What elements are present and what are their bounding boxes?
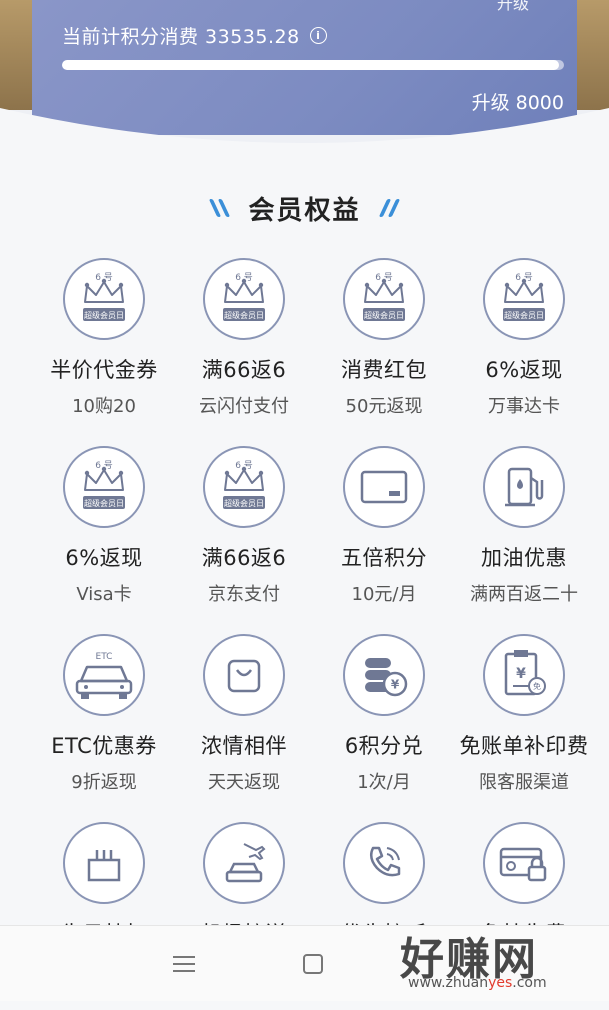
benefit-item[interactable]: ¥ 6积分兑 1次/月 xyxy=(314,634,454,822)
benefit-item[interactable]: 6 号 超级会员日 满66返6 云闪付支付 xyxy=(174,258,314,446)
section-header: 会员权益 xyxy=(0,186,609,230)
benefit-title: 消费红包 xyxy=(341,358,427,382)
points-consumption: 当前计积分消费 33535.28 i xyxy=(62,22,327,49)
benefit-subtitle: 万事达卡 xyxy=(488,396,560,417)
title-decoration-right xyxy=(378,199,400,217)
svg-text:超级会员日: 超级会员日 xyxy=(224,310,264,320)
points-consumption-label: 当前计积分消费 33535.28 xyxy=(62,26,300,48)
benefit-title: 6%返现 xyxy=(485,358,563,382)
info-icon[interactable]: i xyxy=(309,27,327,44)
benefit-item[interactable]: 6 号 超级会员日 6%返现万事达卡 xyxy=(454,258,594,446)
benefit-subtitle: 云闪付支付 xyxy=(199,396,289,417)
coins-exchange-icon: ¥ xyxy=(343,634,425,716)
benefit-title: 半价代金券 xyxy=(50,358,158,382)
watermark-url: www.zhuanyes.com xyxy=(408,975,547,991)
title-decoration-left xyxy=(209,199,231,217)
benefit-subtitle: 限客服渠道 xyxy=(479,772,569,793)
super-member-day-stamp-icon: 6 号 超级会员日 xyxy=(63,446,145,528)
member-card-header: 升级 当前计积分消费 33535.28 i 升级 8000 xyxy=(0,0,609,150)
benefit-title: 免账单补印费 xyxy=(459,734,589,758)
credit-card-icon xyxy=(343,446,425,528)
benefit-item[interactable]: 6 号 超级会员日 半价代金券 10购20 xyxy=(34,258,174,446)
benefit-title: 五倍积分 xyxy=(341,546,427,570)
upgrade-progress-bar xyxy=(62,60,564,70)
benefits-grid: 6 号 超级会员日 半价代金券 10购20 6 号 超级会员日 满66返6 云闪付支… xyxy=(34,258,594,1010)
priority-phone-icon xyxy=(343,822,425,904)
benefit-item[interactable]: 浓情相伴 天天返现 xyxy=(174,634,314,822)
card-bottom-wave xyxy=(0,108,609,150)
gas-pump-icon xyxy=(483,446,565,528)
benefit-item[interactable]: 加油优惠满两百返二十 xyxy=(454,446,594,634)
super-member-day-stamp-icon: 6 号 超级会员日 xyxy=(203,258,285,340)
svg-text:超级会员日: 超级会员日 xyxy=(504,310,544,320)
statement-reprint-icon: ¥ 免 xyxy=(483,634,565,716)
benefit-title: 满66返6 xyxy=(201,358,287,382)
super-member-day-stamp-icon: 6 号 超级会员日 xyxy=(63,258,145,340)
section-title: 会员权益 xyxy=(248,195,361,226)
airport-transfer-icon xyxy=(203,822,285,904)
benefit-subtitle: 10元/月 xyxy=(351,584,417,605)
super-member-day-stamp-icon: 6 号 超级会员日 xyxy=(203,446,285,528)
benefit-subtitle: 1次/月 xyxy=(357,772,411,793)
benefit-item[interactable]: ¥ 免 免账单补印费 限客服渠道 xyxy=(454,634,594,822)
benefit-title: 6%返现 xyxy=(65,546,143,570)
card-top-text: 升级 xyxy=(496,0,529,13)
card-left-edge xyxy=(0,0,32,110)
svg-text:¥: ¥ xyxy=(391,678,400,692)
svg-text:免: 免 xyxy=(533,681,541,691)
site-watermark: 好赚网 www.zhuanyes.com xyxy=(400,925,600,1000)
svg-text:超级会员日: 超级会员日 xyxy=(364,310,404,320)
card-lock-icon xyxy=(483,822,565,904)
benefit-title: ETC优惠券 xyxy=(51,734,157,758)
benefit-title: 浓情相伴 xyxy=(201,734,287,758)
benefit-title: 满66返6 xyxy=(201,546,287,570)
upgrade-progress-fill xyxy=(62,60,559,70)
svg-text:¥: ¥ xyxy=(516,666,526,682)
benefit-item[interactable]: 6 号 超级会员日 6%返现 Visa卡 xyxy=(34,446,174,634)
benefit-subtitle: 10购20 xyxy=(72,396,136,417)
benefit-subtitle: 9折返现 xyxy=(71,772,137,793)
birthday-cake-icon xyxy=(63,822,145,904)
benefit-item[interactable]: 6 号 超级会员日 消费红包 50元返现 xyxy=(314,258,454,446)
svg-text:ETC: ETC xyxy=(96,652,113,662)
card-right-edge xyxy=(577,0,609,110)
svg-text:超级会员日: 超级会员日 xyxy=(224,498,264,508)
benefit-subtitle: 京东支付 xyxy=(208,584,280,605)
benefit-subtitle: 50元返现 xyxy=(345,396,423,417)
benefit-title: 加油优惠 xyxy=(481,546,567,570)
menu-icon[interactable] xyxy=(173,956,195,977)
svg-text:超级会员日: 超级会员日 xyxy=(84,310,124,320)
benefit-subtitle: 天天返现 xyxy=(208,772,280,793)
etc-car-icon: ETC xyxy=(63,634,145,716)
benefit-subtitle: 满两百返二十 xyxy=(470,584,578,605)
svg-text:超级会员日: 超级会员日 xyxy=(84,498,124,508)
benefit-title: 6积分兑 xyxy=(344,734,424,758)
benefit-item[interactable]: 五倍积分 10元/月 xyxy=(314,446,454,634)
shopping-bag-icon xyxy=(203,634,285,716)
benefit-subtitle: Visa卡 xyxy=(76,584,132,605)
super-member-day-stamp-icon: 6 号 超级会员日 xyxy=(343,258,425,340)
benefit-item[interactable]: ETC ETC优惠券 9折返现 xyxy=(34,634,174,822)
home-square-icon[interactable] xyxy=(303,954,323,974)
benefit-item[interactable]: 6 号 超级会员日 满66返6 京东支付 xyxy=(174,446,314,634)
super-member-day-stamp-icon: 6 号 超级会员日 xyxy=(483,258,565,340)
